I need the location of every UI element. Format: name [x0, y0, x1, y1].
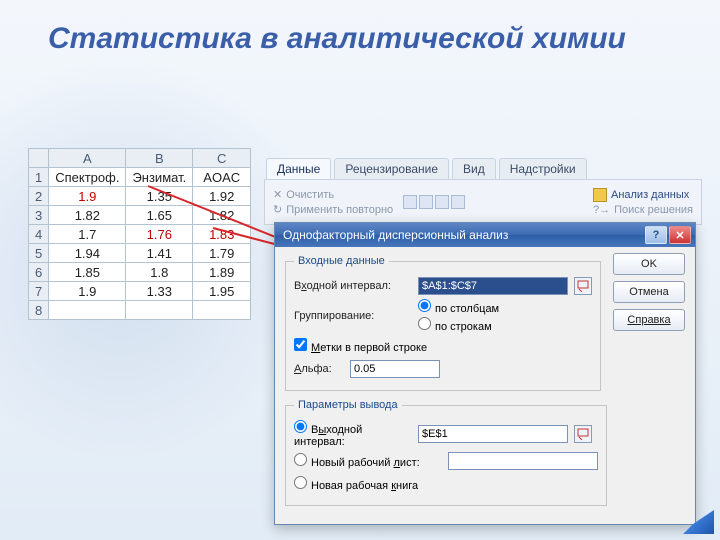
tab-review[interactable]: Рецензирование	[334, 158, 449, 179]
cell[interactable]	[193, 301, 251, 320]
ribbon-clear[interactable]: ✕Очистить	[273, 188, 393, 201]
cell[interactable]: 1.94	[49, 244, 126, 263]
output-group: Параметры вывода Выходной интервал: Новы…	[285, 399, 607, 506]
row-header[interactable]: 7	[29, 282, 49, 301]
ribbon-icon[interactable]	[419, 195, 433, 209]
row-header[interactable]: 5	[29, 244, 49, 263]
ribbon-icon[interactable]	[435, 195, 449, 209]
dialog-title: Однофакторный дисперсионный анализ	[283, 228, 508, 242]
analysis-icon	[593, 188, 607, 202]
cell[interactable]: 1.82	[193, 206, 251, 225]
output-group-legend: Параметры вывода	[294, 399, 402, 411]
cell[interactable]: 1.92	[193, 187, 251, 206]
sheet-corner	[29, 149, 49, 168]
range-picker-icon[interactable]	[574, 425, 592, 443]
help-icon[interactable]: ?	[645, 226, 667, 244]
cell[interactable]: 1.8	[126, 263, 193, 282]
ribbon: Данные Рецензирование Вид Надстройки ✕Оч…	[264, 158, 702, 225]
cell[interactable]: 1.35	[126, 187, 193, 206]
ribbon-icon[interactable]	[451, 195, 465, 209]
new-worksheet-field[interactable]	[448, 452, 598, 470]
slide-title: Статистика в аналитической химии	[48, 22, 626, 56]
cell[interactable]: 1.7	[49, 225, 126, 244]
dialog-titlebar[interactable]: Однофакторный дисперсионный анализ ? ✕	[275, 223, 695, 247]
row-header[interactable]: 1	[29, 168, 49, 187]
cell[interactable]: 1.95	[193, 282, 251, 301]
group-by-columns-radio[interactable]: по столбцам	[418, 299, 592, 315]
cell[interactable]: AOAC	[193, 168, 251, 187]
cell[interactable]: 1.83	[193, 225, 251, 244]
cell[interactable]: 1.65	[126, 206, 193, 225]
tab-data[interactable]: Данные	[266, 158, 331, 179]
input-group: Входные данные Входной интервал: Группир…	[285, 255, 601, 391]
ok-button[interactable]: OK	[613, 253, 685, 275]
row-header[interactable]: 8	[29, 301, 49, 320]
row-header[interactable]: 6	[29, 263, 49, 282]
ribbon-icons	[403, 195, 465, 209]
cell[interactable]: 1.89	[193, 263, 251, 282]
tab-view[interactable]: Вид	[452, 158, 496, 179]
cell[interactable]: 1.9	[49, 282, 126, 301]
cell[interactable]: 1.79	[193, 244, 251, 263]
cell[interactable]	[49, 301, 126, 320]
new-worksheet-radio[interactable]: Новый рабочий лист:	[294, 453, 442, 469]
input-range-label: Входной интервал:	[294, 280, 412, 292]
tab-addins[interactable]: Надстройки	[499, 158, 587, 179]
spreadsheet-fragment: A B C 1 Спектроф. Энзимат. AOAC 2 1.9 1.…	[28, 148, 251, 320]
cell[interactable]: 1.76	[126, 225, 193, 244]
cell[interactable]: 1.41	[126, 244, 193, 263]
grouping-label: Группирование:	[294, 310, 412, 322]
group-by-rows-radio[interactable]: по строкам	[418, 317, 592, 333]
output-range-field[interactable]	[418, 425, 568, 443]
col-header[interactable]: A	[49, 149, 126, 168]
output-range-radio[interactable]: Выходной интервал:	[294, 420, 412, 448]
data-analysis-button[interactable]: Анализ данных	[593, 188, 693, 202]
close-icon[interactable]: ✕	[669, 226, 691, 244]
cell[interactable]: 1.85	[49, 263, 126, 282]
ribbon-icon[interactable]	[403, 195, 417, 209]
col-header[interactable]: B	[126, 149, 193, 168]
labels-checkbox[interactable]: Метки в первой строке	[294, 338, 427, 354]
alpha-label: Альфа:	[294, 363, 344, 375]
solver-button[interactable]: ?→Поиск решения	[593, 204, 693, 216]
input-group-legend: Входные данные	[294, 255, 389, 267]
dialog-buttons: OK Отмена Справка	[613, 253, 685, 331]
cell[interactable]: 1.33	[126, 282, 193, 301]
cell[interactable]: 1.82	[49, 206, 126, 225]
row-header[interactable]: 2	[29, 187, 49, 206]
row-header[interactable]: 3	[29, 206, 49, 225]
col-header[interactable]: C	[193, 149, 251, 168]
alpha-field[interactable]	[350, 360, 440, 378]
help-button[interactable]: Справка	[613, 309, 685, 331]
input-range-field[interactable]	[418, 277, 568, 295]
row-header[interactable]: 4	[29, 225, 49, 244]
cell[interactable]	[126, 301, 193, 320]
range-picker-icon[interactable]	[574, 277, 592, 295]
cell[interactable]: Энзимат.	[126, 168, 193, 187]
anova-dialog: Однофакторный дисперсионный анализ ? ✕ O…	[274, 222, 696, 525]
new-workbook-radio[interactable]: Новая рабочая книга	[294, 476, 418, 492]
cancel-button[interactable]: Отмена	[613, 281, 685, 303]
cell[interactable]: 1.9	[49, 187, 126, 206]
cell[interactable]: Спектроф.	[49, 168, 126, 187]
ribbon-reapply[interactable]: ↻Применить повторно	[273, 203, 393, 216]
